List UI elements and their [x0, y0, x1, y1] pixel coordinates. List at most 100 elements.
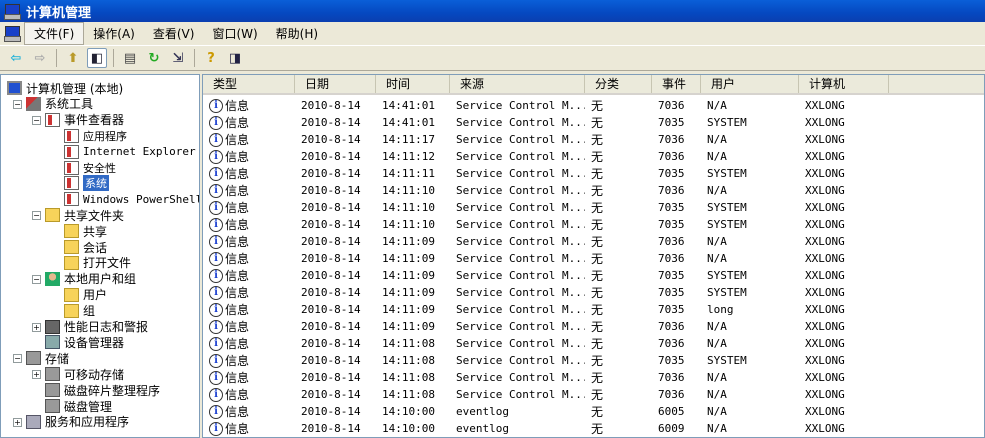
- menu-item-4[interactable]: 帮助(H): [267, 23, 327, 44]
- cell-text: 无: [591, 303, 604, 317]
- menu-item-0[interactable]: 文件(F): [24, 21, 85, 45]
- table-row[interactable]: i 信息 2010-8-14 14:11:08 Service Control M...…: [203, 352, 984, 369]
- expand-toggle[interactable]: −: [13, 99, 22, 109]
- table-row[interactable]: i 信息 2010-8-14 14:41:01 Service Control M...…: [203, 97, 984, 114]
- column-2[interactable]: 时间: [376, 75, 450, 93]
- tree-node[interactable]: 安全性: [64, 160, 116, 176]
- column-1[interactable]: 日期: [295, 75, 376, 93]
- properties-button[interactable]: ▤: [120, 48, 140, 68]
- up-folder-button[interactable]: ⬆: [63, 48, 83, 68]
- cell-text: 14:11:09: [382, 252, 435, 265]
- tree-node[interactable]: 打开文件: [64, 255, 131, 271]
- table-row[interactable]: i 信息 2010-8-14 14:11:11 Service Control M...…: [203, 165, 984, 182]
- cell-事件: 6009: [652, 422, 701, 435]
- info-icon: i: [209, 98, 223, 113]
- info-icon: i: [209, 319, 223, 334]
- window-title: 计算机管理: [26, 5, 92, 21]
- table-row[interactable]: i 信息 2010-8-14 14:10:00 eventlog 无 6005 N/A XXLO…: [203, 403, 984, 420]
- back-arrow-button[interactable]: ⇦: [6, 48, 26, 68]
- expand-toggle[interactable]: +: [32, 370, 41, 380]
- column-5[interactable]: 事件: [652, 75, 701, 93]
- table-row[interactable]: i 信息 2010-8-14 14:11:17 Service Control M...…: [203, 131, 984, 148]
- tree-node[interactable]: 设备管理器: [45, 334, 124, 350]
- show-hide-tree-button[interactable]: ◧: [87, 48, 107, 68]
- cell-text: 信息: [225, 252, 250, 266]
- table-row[interactable]: i 信息 2010-8-14 14:11:10 Service Control M...…: [203, 216, 984, 233]
- column-6[interactable]: 用户: [701, 75, 799, 93]
- tree-node[interactable]: 计算机管理 (本地): [7, 80, 123, 96]
- tree-node[interactable]: 用户: [64, 287, 107, 303]
- tree-node[interactable]: 可移动存储: [45, 366, 124, 382]
- cell-分类: 无: [585, 301, 652, 318]
- cell-类型: i信息: [203, 352, 295, 369]
- tree-node[interactable]: 组: [64, 303, 95, 319]
- table-row[interactable]: i 信息 2010-8-14 14:11:09 Service Control M...…: [203, 250, 984, 267]
- tree-node-label: 磁盘管理: [64, 399, 113, 414]
- up-folder-icon: ⬆: [67, 50, 79, 66]
- table-row[interactable]: i 信息 2010-8-14 14:11:09 Service Control M...…: [203, 318, 984, 335]
- table-row[interactable]: i 信息 2010-8-14 14:41:01 Service Control M...…: [203, 114, 984, 131]
- tree-node[interactable]: 共享文件夹: [45, 207, 124, 223]
- tree-node[interactable]: 系统工具: [26, 96, 93, 112]
- column-4[interactable]: 分类: [585, 75, 652, 93]
- system-menu-icon[interactable]: [4, 26, 21, 42]
- menu-item-2[interactable]: 查看(V): [144, 23, 204, 44]
- tree-node[interactable]: 服务和应用程序: [26, 414, 129, 430]
- expand-toggle[interactable]: −: [32, 211, 41, 221]
- tree-node[interactable]: 事件查看器: [45, 112, 124, 128]
- cell-text: XXLONG: [805, 354, 845, 367]
- tree-node[interactable]: 存储: [26, 350, 69, 366]
- table-row[interactable]: i 信息 2010-8-14 14:11:09 Service Control M...…: [203, 284, 984, 301]
- cell-时间: 14:11:09: [376, 269, 450, 282]
- cell-text: 7035: [658, 269, 685, 282]
- cell-日期: 2010-8-14: [295, 303, 376, 316]
- forward-arrow-button[interactable]: ⇨: [30, 48, 50, 68]
- table-row[interactable]: i 信息 2010-8-14 14:10:00 eventlog 无 6009 N/A XXLO…: [203, 420, 984, 437]
- table-row[interactable]: i 信息 2010-8-14 14:11:09 Service Control M...…: [203, 233, 984, 250]
- table-row[interactable]: i 信息 2010-8-14 14:11:08 Service Control M...…: [203, 369, 984, 386]
- action-pane-button[interactable]: ◨: [225, 48, 245, 68]
- menu-item-3[interactable]: 窗口(W): [203, 23, 266, 44]
- table-row[interactable]: i 信息 2010-8-14 14:11:08 Service Control M...…: [203, 335, 984, 352]
- tree-node[interactable]: 会话: [64, 239, 107, 255]
- cell-text: N/A: [707, 99, 727, 112]
- help-button[interactable]: ?: [201, 48, 221, 68]
- refresh-button[interactable]: ↻: [144, 48, 164, 68]
- tree-node[interactable]: Internet Explorer: [64, 144, 196, 160]
- expand-toggle[interactable]: −: [32, 115, 41, 125]
- export-list-button[interactable]: ⇲: [168, 48, 188, 68]
- table-row[interactable]: i 信息 2010-8-14 14:11:09 Service Control M...…: [203, 301, 984, 318]
- menu-item-1[interactable]: 操作(A): [84, 23, 144, 44]
- tree-node[interactable]: 性能日志和警报: [45, 319, 148, 335]
- disk-icon: [45, 383, 60, 398]
- column-0[interactable]: 类型: [203, 75, 295, 93]
- column-7[interactable]: 计算机: [799, 75, 889, 93]
- tree-node[interactable]: Windows PowerShell: [64, 191, 199, 207]
- cell-时间: 14:11:09: [376, 252, 450, 265]
- column-3[interactable]: 来源: [450, 75, 585, 93]
- tree-node[interactable]: 应用程序: [64, 128, 127, 144]
- expand-toggle[interactable]: −: [13, 354, 22, 364]
- expand-toggle[interactable]: +: [32, 322, 41, 332]
- event-list[interactable]: 类型 日期 时间 来源 分类 事件 用户 计算机 i 信息 2010-8-14 14:41:01 Se…: [202, 74, 985, 438]
- cell-用户: SYSTEM: [701, 286, 799, 299]
- table-row[interactable]: i 信息 2010-8-14 14:11:10 Service Control M...…: [203, 199, 984, 216]
- cell-计算机: XXLONG: [799, 201, 889, 214]
- tree-node[interactable]: 磁盘碎片整理程序: [45, 382, 160, 398]
- cell-类型: i信息: [203, 97, 295, 114]
- table-row[interactable]: i 信息 2010-8-14 14:11:12 Service Control M...…: [203, 148, 984, 165]
- table-row[interactable]: i 信息 2010-8-14 14:11:09 Service Control M...…: [203, 267, 984, 284]
- tree-node-label: 设备管理器: [64, 335, 125, 350]
- cell-text: 14:11:11: [382, 167, 435, 180]
- cell-text: Service Control M...: [456, 320, 585, 333]
- expand-toggle[interactable]: +: [13, 417, 22, 427]
- tree-node[interactable]: 系统: [64, 175, 109, 192]
- expand-toggle[interactable]: −: [32, 274, 41, 284]
- tree-node[interactable]: 磁盘管理: [45, 398, 112, 414]
- cell-text: XXLONG: [805, 371, 845, 384]
- console-tree[interactable]: 计算机管理 (本地) − 系统工具 − 事件查看器 应用程序 Internet Explor…: [0, 74, 200, 438]
- table-row[interactable]: i 信息 2010-8-14 14:11:08 Service Control M...…: [203, 386, 984, 403]
- tree-node[interactable]: 本地用户和组: [45, 271, 136, 287]
- table-row[interactable]: i 信息 2010-8-14 14:11:10 Service Control M...…: [203, 182, 984, 199]
- tree-node[interactable]: 共享: [64, 223, 107, 239]
